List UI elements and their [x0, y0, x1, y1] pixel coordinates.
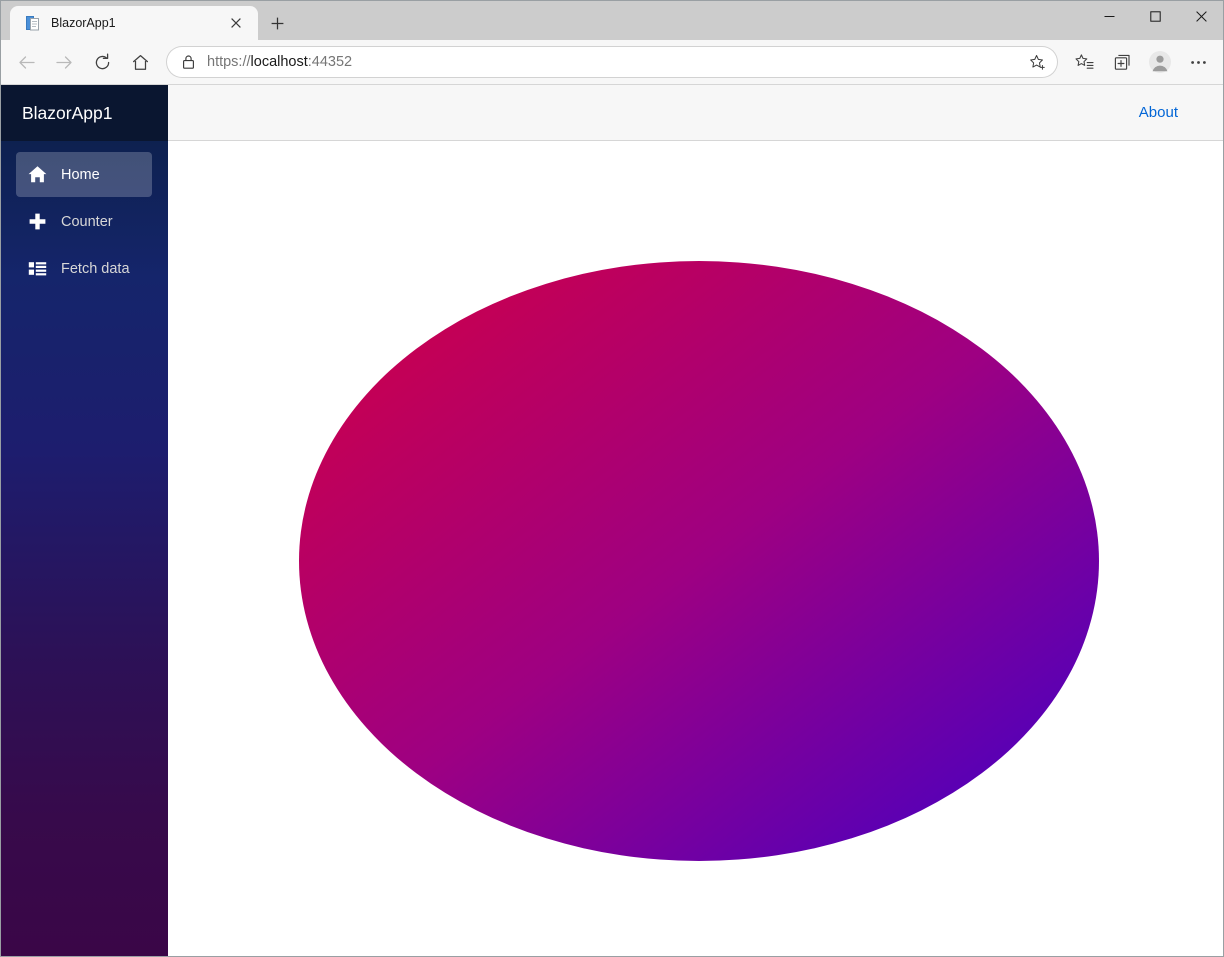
lock-icon: [181, 54, 197, 70]
gradient-ellipse-graphic: [299, 261, 1099, 866]
ellipse-svg: [299, 261, 1099, 861]
sidebar-item-counter[interactable]: Counter: [16, 199, 152, 244]
app-topbar: About: [168, 85, 1224, 141]
address-bar[interactable]: https://localhost:44352: [167, 47, 1057, 77]
window-maximize-button[interactable]: [1132, 0, 1178, 32]
collections-icon[interactable]: [1104, 46, 1140, 78]
sidebar-nav: Home Counter Fetch data: [0, 141, 168, 292]
page-viewport: BlazorApp1 Home Counter Fetch data About: [0, 85, 1224, 957]
back-arrow-icon[interactable]: [8, 46, 44, 78]
star-add-icon[interactable]: [1023, 49, 1051, 75]
forward-arrow-icon[interactable]: [46, 46, 82, 78]
document-icon: [24, 15, 41, 32]
url-text: https://localhost:44352: [207, 54, 1013, 70]
sidebar-item-fetch-data[interactable]: Fetch data: [16, 246, 152, 291]
favorites-list-icon[interactable]: [1066, 46, 1102, 78]
app-sidebar: BlazorApp1 Home Counter Fetch data: [0, 85, 168, 957]
about-link[interactable]: About: [1139, 104, 1178, 121]
window-controls: [1086, 0, 1224, 32]
tab-close-icon[interactable]: [224, 11, 248, 35]
ellipsis-icon[interactable]: [1180, 46, 1216, 78]
tab-strip: BlazorApp1: [0, 0, 292, 40]
window-close-button[interactable]: [1178, 0, 1224, 32]
sidebar-item-home[interactable]: Home: [16, 152, 152, 197]
plus-icon: [27, 211, 48, 232]
house-icon: [27, 164, 48, 185]
list-icon: [27, 258, 48, 279]
new-tab-button[interactable]: [262, 8, 292, 38]
browser-tab[interactable]: BlazorApp1: [10, 6, 258, 40]
browser-window: BlazorApp1 https://localhost:44352 Blazo…: [0, 0, 1224, 957]
url-port: :44352: [307, 54, 353, 70]
window-minimize-button[interactable]: [1086, 0, 1132, 32]
url-host: localhost: [250, 54, 308, 70]
sidebar-item-label: Fetch data: [61, 260, 130, 277]
app-brand[interactable]: BlazorApp1: [0, 85, 168, 141]
profile-avatar-icon[interactable]: [1142, 46, 1178, 78]
app-content: [168, 141, 1224, 957]
browser-toolbar: https://localhost:44352: [0, 40, 1224, 85]
home-icon[interactable]: [122, 46, 158, 78]
refresh-icon[interactable]: [84, 46, 120, 78]
app-main-column: About: [168, 85, 1224, 957]
browser-titlebar: BlazorApp1: [0, 0, 1224, 40]
tab-title: BlazorApp1: [51, 16, 116, 30]
ellipse-shape: [299, 261, 1099, 861]
url-scheme: https://: [207, 54, 251, 70]
sidebar-item-label: Home: [61, 166, 100, 183]
sidebar-item-label: Counter: [61, 213, 113, 230]
